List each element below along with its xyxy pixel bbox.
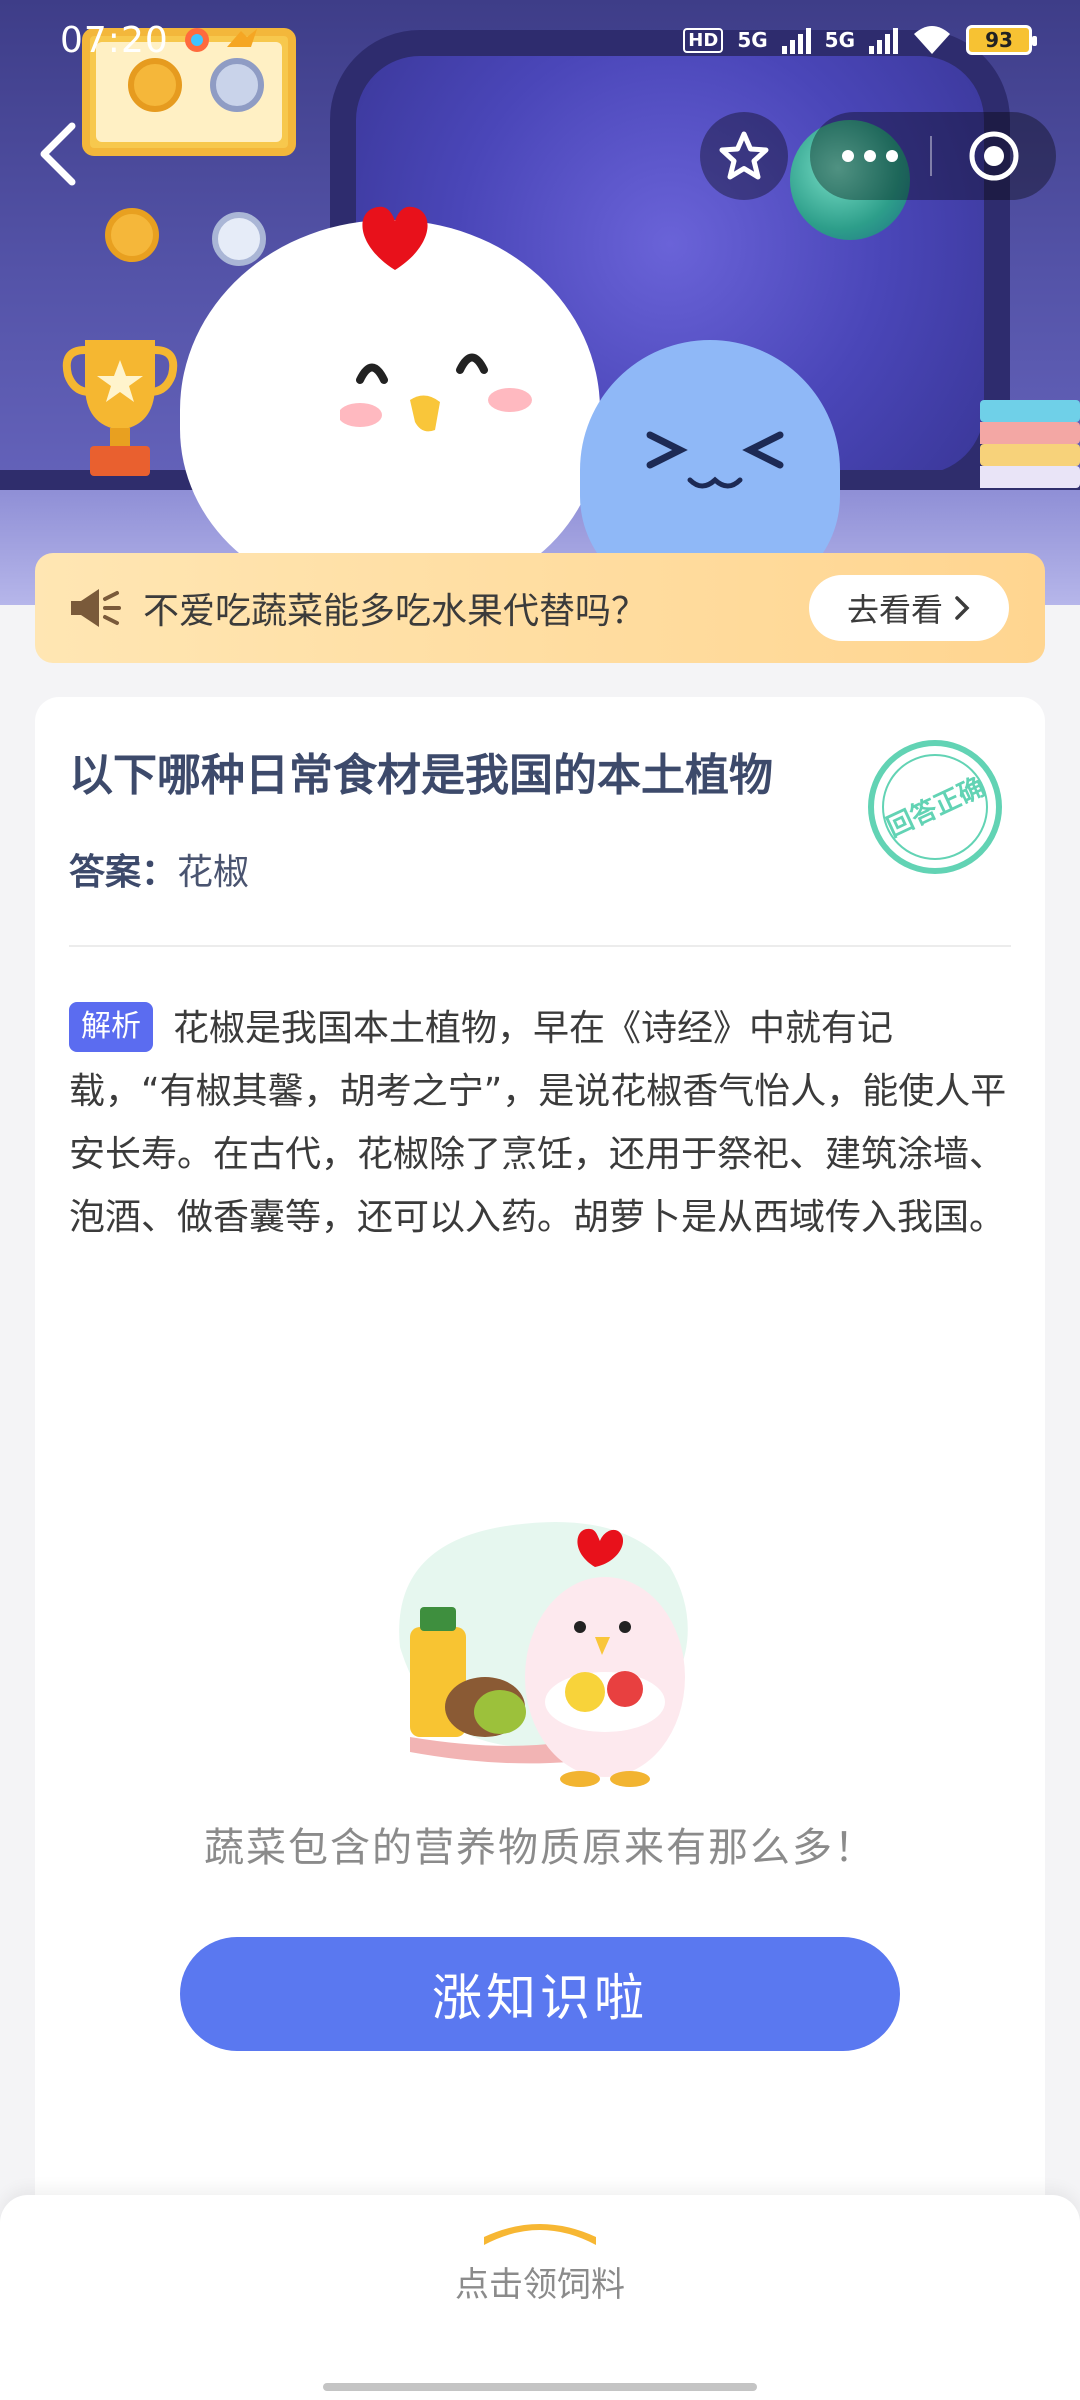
status-time: 07:20 [60,19,169,61]
signal-icon [781,26,811,54]
hero-banner-illustration [0,0,1080,605]
answer-card: 以下哪种日常食材是我国的本土植物 回答正确 答案：花椒 解析 花椒是我国本土植物，… [35,697,1045,2217]
pull-up-handle-icon [484,2224,596,2245]
status-bar: 07:20 HD 5G 5G 93 [0,0,1080,80]
analysis-tag: 解析 [69,1002,153,1052]
capsule-menu [810,112,1056,200]
learn-more-button[interactable]: 涨知识啦 [180,1937,900,2051]
target-circle-icon [969,131,1019,181]
go-see-label: 去看看 [846,591,943,629]
tip-text: 不爱吃蔬菜能多吃水果代替吗？ [143,591,648,632]
bottom-feed-panel[interactable]: 点击领饲料 [0,2195,1080,2400]
chick-face-icon [340,353,532,432]
gold-medal-icon [105,208,159,262]
star-outline-icon [719,131,769,180]
go-see-button[interactable]: 去看看 [809,575,1009,641]
books-illustration [980,400,1080,488]
tip-banner[interactable]: 不爱吃蔬菜能多吃水果代替吗？ 去看看 [35,553,1045,663]
trophy-icon [62,340,178,476]
wifi-icon [914,26,950,54]
signal-icon-2 [869,26,898,54]
battery-level: 93 [985,28,1013,52]
alien-face-icon [646,431,784,489]
claim-feed-text: 点击领饲料 [455,2265,625,2305]
more-dots-icon [842,150,854,162]
nav-capsule [700,112,1056,200]
analysis-text: 花椒是我国本土植物，早在《诗经》中就有记载，“有椒其馨，胡考之宁”，是说花椒香气… [69,1008,1007,1238]
close-miniprogram-button[interactable] [932,128,1056,184]
more-button[interactable] [810,150,930,162]
divider [69,945,1011,947]
hd-label: HD [683,27,724,53]
network-label-1: 5G [737,28,768,52]
chevron-right-icon [955,596,970,620]
learn-more-label: 涨知识啦 [432,1969,648,2027]
correct-stamp-icon: 回答正确 [865,737,1005,877]
back-icon[interactable] [30,118,90,190]
answer-value: 花椒 [177,852,250,893]
network-label-2: 5G [824,28,855,52]
app-notification-icon-2 [226,29,257,47]
chick-comb-icon [362,206,428,270]
battery-icon: 93 [966,25,1037,55]
megaphone-icon [71,589,121,627]
app-notification-icon [184,28,209,52]
silver-medal-icon [212,212,266,266]
chick-fruit-illustration [399,1522,688,1787]
analysis-paragraph: 解析 花椒是我国本土植物，早在《诗经》中就有记载，“有椒其馨，胡考之宁”，是说花椒… [69,997,1019,1249]
home-indicator[interactable] [323,2383,757,2391]
favorite-button[interactable] [700,112,788,200]
answer-label: 答案： [69,852,178,893]
question-title: 以下哪种日常食材是我国的本土植物 [69,750,773,801]
promo-text: 蔬菜包含的营养物质原来有那么多！ [204,1825,876,1871]
answer-row: 答案：花椒 [69,843,249,895]
